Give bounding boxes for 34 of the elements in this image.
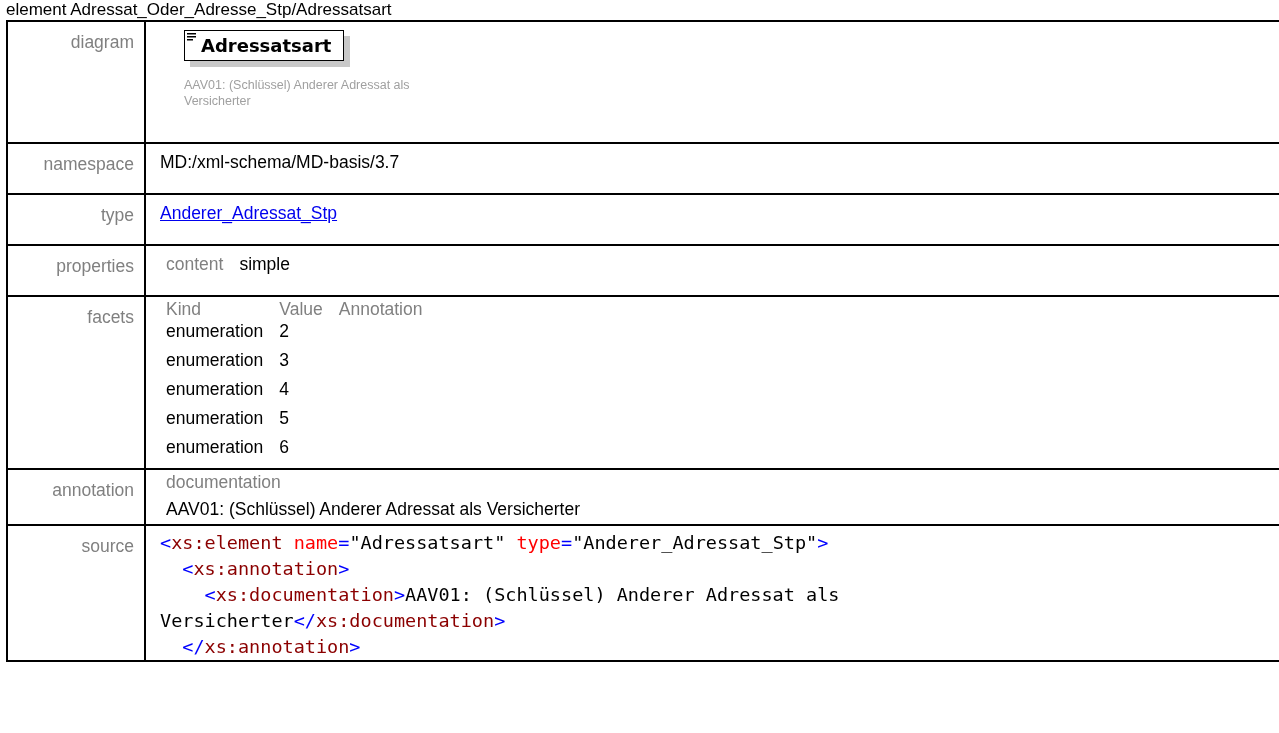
column-header: Value [279, 299, 323, 319]
code-line: </xs:annotation> [181, 635, 361, 659]
property-value: simple [239, 254, 290, 275]
row-label: namespace [43, 154, 134, 174]
namespace-value: MD:/xml-schema/MD-basis/3.7 [160, 152, 400, 172]
facet-value: 6 [279, 437, 290, 457]
column-header: Kind [166, 299, 202, 319]
facet-value: 3 [279, 350, 290, 370]
code-line: <xs:annotation> [181, 557, 350, 581]
row-label: properties [56, 256, 134, 276]
facet-kind: enumeration [166, 350, 264, 370]
property-name: content [166, 254, 224, 275]
page-title: element Adressat_Oder_Adresse_Stp/Adressatsart [5, 0, 392, 20]
facet-kind: enumeration [166, 321, 264, 341]
row-label: facets [87, 307, 134, 327]
facet-value: 2 [279, 321, 290, 341]
row-label: annotation [52, 480, 134, 500]
annotation-heading: documentation [166, 472, 281, 493]
column-header: Annotation [338, 299, 423, 319]
facet-kind: enumeration [166, 379, 264, 399]
facet-kind: enumeration [166, 437, 264, 457]
annotation-text: AAV01: (Schlüssel) Anderer Adressat als Versicherter [166, 499, 581, 520]
facet-value: 5 [279, 408, 290, 428]
facet-value: 4 [279, 379, 290, 399]
lines-icon [187, 33, 196, 41]
row-label: type [100, 205, 134, 225]
code-line: <xs:element name="Adressatsart" type="Anderer_Adressat_Stp"> [160, 531, 829, 555]
row-label: source [81, 536, 134, 556]
code-line: <xs:documentation>AAV01: (Schlüssel) Anderer Adressat als [203, 583, 840, 607]
element-annotation: AAV01: (Schlüssel) Anderer Adressat als Versicherter [184, 77, 411, 109]
facet-kind: enumeration [166, 408, 264, 428]
row-label: diagram [70, 32, 134, 52]
type-link[interactable]: Anderer_Adressat_Stp [160, 203, 338, 223]
code-line: Versicherter</xs:documentation> [160, 609, 506, 633]
